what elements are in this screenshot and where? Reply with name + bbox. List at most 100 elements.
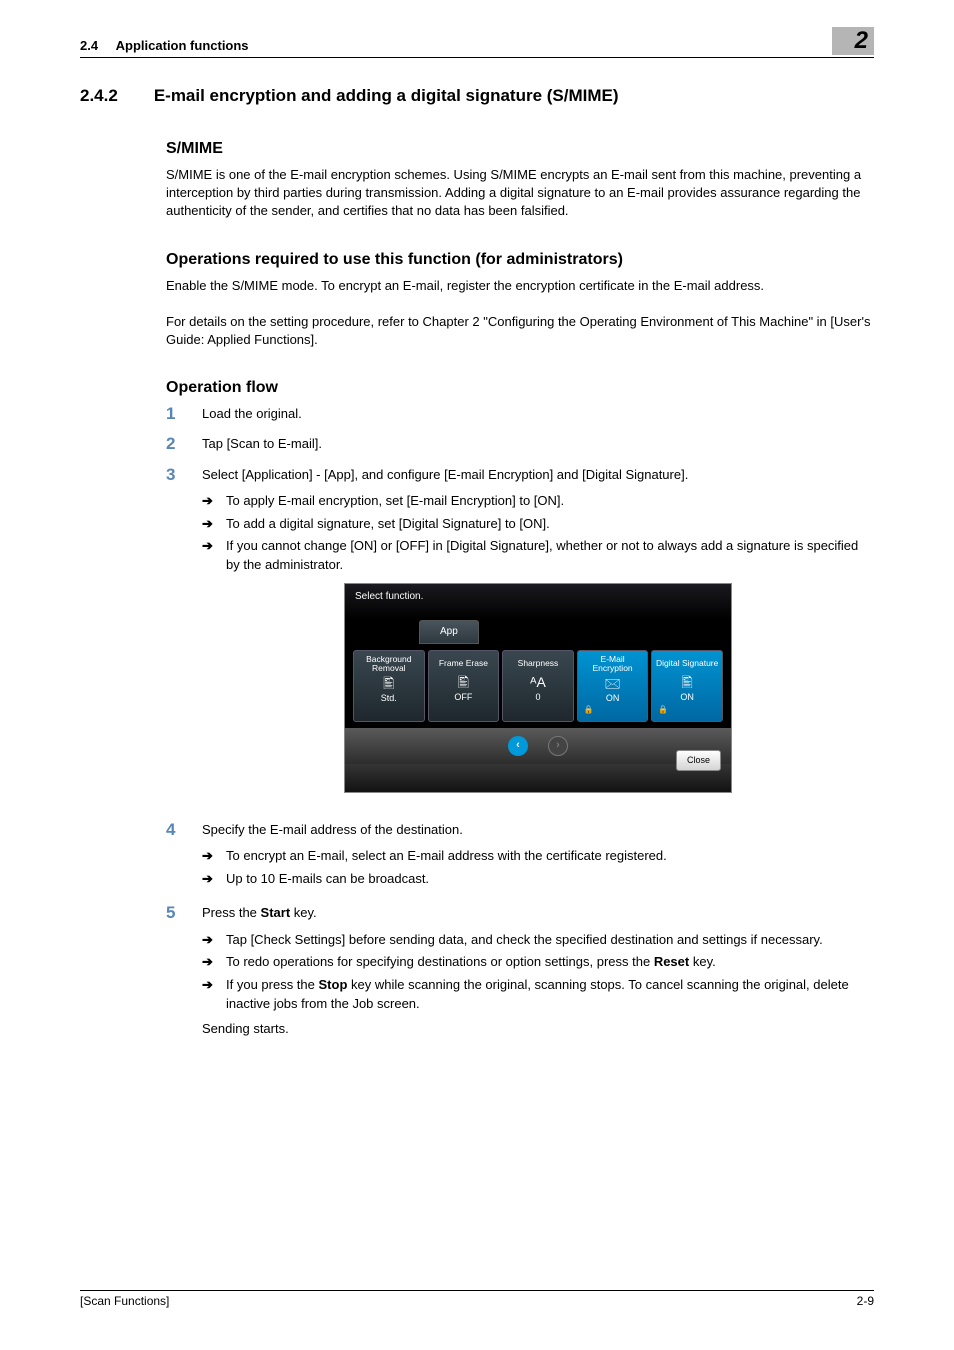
sub-text: To encrypt an E-mail, select an E-mail a… bbox=[226, 847, 667, 866]
arrow-icon: ➔ bbox=[202, 870, 216, 889]
sub-bullet: ➔ Tap [Check Settings] before sending da… bbox=[202, 931, 874, 950]
step-text: Load the original. bbox=[202, 405, 874, 423]
tile-value: Std. bbox=[356, 692, 422, 705]
arrow-icon: ➔ bbox=[202, 847, 216, 866]
step-3: 3 Select [Application] - [App], and conf… bbox=[166, 466, 874, 809]
step-1: 1 Load the original. bbox=[166, 405, 874, 423]
arrow-icon: ➔ bbox=[202, 492, 216, 511]
doc-icon: 🖺 bbox=[431, 675, 497, 689]
step-5-subs: ➔ Tap [Check Settings] before sending da… bbox=[202, 931, 874, 1014]
step-text-prefix: Press the bbox=[202, 905, 261, 920]
operation-steps: 1 Load the original. 2 Tap [Scan to E-ma… bbox=[166, 405, 874, 1038]
tile-email-encryption[interactable]: E-Mail Encryption 🖂 ON 🔒 bbox=[577, 650, 649, 721]
doc-icon: 🖺 bbox=[356, 676, 422, 690]
sub-text-post: key. bbox=[689, 954, 716, 969]
step-5: 5 Press the Start key. ➔ Tap [Check Sett… bbox=[166, 904, 874, 1038]
tile-value: 0 bbox=[505, 691, 571, 704]
tile-frame-erase[interactable]: Frame Erase 🖺 OFF bbox=[428, 650, 500, 721]
step-text: Tap [Scan to E-mail]. bbox=[202, 435, 874, 453]
chapter-badge: 2 bbox=[832, 27, 874, 55]
tile-title: Digital Signature bbox=[654, 655, 720, 673]
screenshot-title: Select function. bbox=[345, 584, 731, 620]
step-4-subs: ➔ To encrypt an E-mail, select an E-mail… bbox=[202, 847, 874, 889]
sub-text: To add a digital signature, set [Digital… bbox=[226, 515, 550, 534]
arrow-icon: ➔ bbox=[202, 537, 216, 575]
tile-sharpness[interactable]: Sharpness ᴬA 0 bbox=[502, 650, 574, 721]
tile-title: Sharpness bbox=[505, 655, 571, 673]
next-page-button[interactable]: › bbox=[548, 736, 568, 756]
sub-text-pre: If you press the bbox=[226, 977, 319, 992]
page: 2.4 Application functions 2 2.4.2 E-mail… bbox=[0, 0, 954, 1350]
step-text: Select [Application] - [App], and config… bbox=[202, 467, 688, 482]
step-number: 4 bbox=[166, 821, 180, 893]
sending-starts: Sending starts. bbox=[202, 1020, 874, 1038]
sub-bullet: ➔ To redo operations for specifying dest… bbox=[202, 953, 874, 972]
step-body: Select [Application] - [App], and config… bbox=[202, 466, 874, 809]
device-screenshot: Select function. App Background Removal … bbox=[344, 583, 732, 792]
sub-bullet: ➔ If you cannot change [ON] or [OFF] in … bbox=[202, 537, 874, 575]
opflow-heading: Operation flow bbox=[166, 379, 874, 397]
stop-key: Stop bbox=[319, 977, 348, 992]
opsreq-heading: Operations required to use this function… bbox=[166, 251, 874, 269]
header-section-name: Application functions bbox=[116, 38, 249, 53]
sub-text: If you cannot change [ON] or [OFF] in [D… bbox=[226, 537, 874, 575]
step-number: 5 bbox=[166, 904, 180, 1038]
reset-key: Reset bbox=[654, 954, 689, 969]
screenshot-bottombar bbox=[345, 764, 731, 792]
sub-bullet: ➔ To encrypt an E-mail, select an E-mail… bbox=[202, 847, 874, 866]
header-left: 2.4 Application functions bbox=[80, 38, 249, 53]
header-section-no: 2.4 bbox=[80, 38, 98, 53]
sub-bullet: ➔ Up to 10 E-mails can be broadcast. bbox=[202, 870, 874, 889]
tile-background-removal[interactable]: Background Removal 🖺 Std. bbox=[353, 650, 425, 721]
smime-para: S/MIME is one of the E-mail encryption s… bbox=[166, 166, 874, 221]
step-number: 3 bbox=[166, 466, 180, 809]
step-text-suffix: key. bbox=[290, 905, 317, 920]
opsreq-p2: For details on the setting procedure, re… bbox=[166, 313, 874, 349]
step-2: 2 Tap [Scan to E-mail]. bbox=[166, 435, 874, 453]
section-number: 2.4.2 bbox=[80, 86, 118, 106]
prev-page-button[interactable]: ‹ bbox=[508, 736, 528, 756]
arrow-icon: ➔ bbox=[202, 976, 216, 1014]
section-title: E-mail encryption and adding a digital s… bbox=[154, 86, 619, 106]
step-4: 4 Specify the E-mail address of the dest… bbox=[166, 821, 874, 893]
arrow-icon: ➔ bbox=[202, 931, 216, 950]
close-button[interactable]: Close bbox=[676, 750, 721, 771]
sub-text-pre: To redo operations for specifying destin… bbox=[226, 954, 654, 969]
signature-icon: 🖺 bbox=[654, 675, 720, 689]
tile-digital-signature[interactable]: Digital Signature 🖺 ON 🔒 bbox=[651, 650, 723, 721]
tile-value: OFF bbox=[431, 691, 497, 704]
running-header: 2.4 Application functions 2 bbox=[80, 35, 874, 58]
arrow-icon: ➔ bbox=[202, 953, 216, 972]
sub-bullet: ➔ If you press the Stop key while scanni… bbox=[202, 976, 874, 1014]
footer-right: 2-9 bbox=[857, 1294, 874, 1308]
step-text: Specify the E-mail address of the destin… bbox=[202, 822, 463, 837]
sharpness-icon: ᴬA bbox=[505, 675, 571, 689]
sub-text: Tap [Check Settings] before sending data… bbox=[226, 931, 823, 950]
screenshot-tabbar: App bbox=[345, 620, 731, 650]
sub-text: To apply E-mail encryption, set [E-mail … bbox=[226, 492, 564, 511]
content-body: S/MIME S/MIME is one of the E-mail encry… bbox=[166, 140, 874, 1038]
tiles-row: Background Removal 🖺 Std. Frame Erase 🖺 … bbox=[345, 650, 731, 727]
app-tab[interactable]: App bbox=[419, 620, 479, 644]
tile-title: Background Removal bbox=[356, 655, 422, 674]
step-number: 1 bbox=[166, 405, 180, 423]
step-body: Specify the E-mail address of the destin… bbox=[202, 821, 874, 893]
sub-text: To redo operations for specifying destin… bbox=[226, 953, 716, 972]
smime-heading: S/MIME bbox=[166, 140, 874, 158]
sub-text: If you press the Stop key while scanning… bbox=[226, 976, 874, 1014]
tile-title: E-Mail Encryption bbox=[580, 655, 646, 674]
arrow-icon: ➔ bbox=[202, 515, 216, 534]
footer-left: [Scan Functions] bbox=[80, 1294, 169, 1308]
page-footer: [Scan Functions] 2-9 bbox=[80, 1290, 874, 1308]
mail-icon: 🖂 bbox=[580, 676, 646, 690]
section-heading: 2.4.2 E-mail encryption and adding a dig… bbox=[80, 86, 874, 106]
lock-icon: 🔒 bbox=[654, 704, 720, 715]
start-key: Start bbox=[261, 905, 291, 920]
step-3-subs: ➔ To apply E-mail encryption, set [E-mai… bbox=[202, 492, 874, 575]
tile-title: Frame Erase bbox=[431, 655, 497, 673]
tile-value: ON bbox=[654, 691, 720, 704]
sub-text: Up to 10 E-mails can be broadcast. bbox=[226, 870, 429, 889]
sub-bullet: ➔ To add a digital signature, set [Digit… bbox=[202, 515, 874, 534]
lock-icon: 🔒 bbox=[580, 704, 646, 715]
step-body: Press the Start key. ➔ Tap [Check Settin… bbox=[202, 904, 874, 1038]
